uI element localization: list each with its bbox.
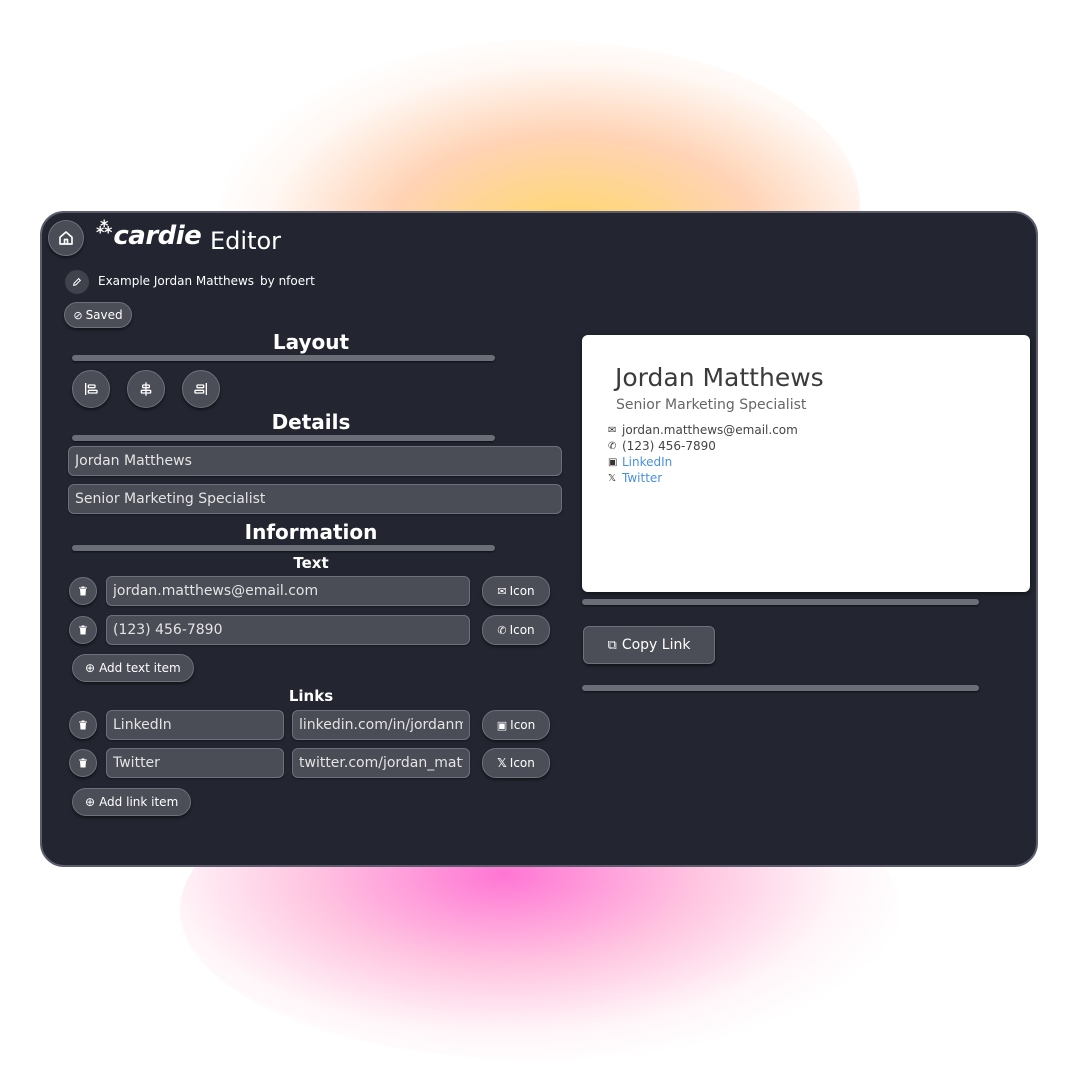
- link-url-input[interactable]: [292, 710, 470, 740]
- link-item-icon-button[interactable]: ▣ Icon: [482, 710, 550, 740]
- plus-circle-icon: ⊕: [85, 661, 96, 675]
- delete-link-item-button[interactable]: [69, 749, 97, 777]
- preview-phone-row: ✆ (123) 456-7890: [608, 439, 716, 453]
- copy-link-button[interactable]: ⧉ Copy Link: [583, 626, 715, 664]
- preview-divider-top: [582, 599, 979, 605]
- layout-divider: [72, 355, 495, 361]
- pencil-icon: [73, 277, 82, 286]
- sparkle-icon: ⁂: [96, 218, 113, 237]
- trash-icon: [79, 586, 87, 596]
- phone-icon: ✆: [608, 440, 617, 452]
- check-circle-icon: ⊘: [73, 308, 83, 322]
- x-icon: 𝕏: [608, 472, 617, 484]
- icon-button-label: Icon: [509, 584, 535, 598]
- home-button[interactable]: [48, 220, 84, 256]
- card-preview: Jordan Matthews Senior Marketing Special…: [582, 335, 1030, 592]
- links-subheading: Links: [288, 687, 334, 705]
- add-text-item-label: Add text item: [99, 661, 181, 675]
- preview-phone: (123) 456-7890: [622, 439, 716, 453]
- home-icon: [59, 231, 73, 245]
- copy-link-label: Copy Link: [621, 637, 691, 653]
- link-url-input[interactable]: [292, 748, 470, 778]
- preview-linkedin-link[interactable]: LinkedIn: [622, 455, 672, 469]
- brand-name: cardie: [113, 221, 202, 251]
- page-title: Editor: [210, 227, 282, 255]
- linkedin-icon: ▣: [608, 456, 618, 468]
- card-author: by nfoert: [260, 274, 315, 288]
- saved-status-badge: ⊘ Saved: [64, 302, 132, 328]
- trash-icon: [79, 720, 87, 730]
- align-center-icon: [140, 382, 152, 396]
- text-subheading: Text: [293, 554, 329, 572]
- preview-name: Jordan Matthews: [615, 363, 824, 392]
- icon-button-label: Icon: [509, 756, 535, 770]
- icon-button-label: Icon: [510, 718, 536, 732]
- preview-job-title: Senior Marketing Specialist: [616, 397, 807, 413]
- preview-email: jordan.matthews@email.com: [622, 423, 798, 437]
- envelope-icon: ✉: [608, 424, 617, 436]
- delete-text-item-button[interactable]: [69, 577, 97, 605]
- delete-text-item-button[interactable]: [69, 616, 97, 644]
- envelope-icon: ✉: [497, 584, 507, 598]
- information-divider: [72, 545, 495, 551]
- link-label-input[interactable]: [106, 710, 284, 740]
- details-heading: Details: [271, 410, 351, 434]
- preview-linkedin-row: ▣ LinkedIn: [608, 455, 672, 469]
- align-center-button[interactable]: [127, 370, 165, 408]
- layout-heading: Layout: [272, 330, 350, 354]
- job-title-input[interactable]: [68, 484, 562, 514]
- add-link-item-label: Add link item: [99, 795, 179, 809]
- text-item-input[interactable]: [106, 615, 470, 645]
- delete-link-item-button[interactable]: [69, 711, 97, 739]
- text-item-icon-button[interactable]: ✆ Icon: [482, 615, 550, 645]
- cardie-logo: ⁂ cardie: [96, 218, 202, 255]
- plus-circle-icon: ⊕: [85, 795, 96, 809]
- align-left-button[interactable]: [72, 370, 110, 408]
- preview-email-row: ✉ jordan.matthews@email.com: [608, 423, 798, 437]
- icon-button-label: Icon: [509, 623, 535, 637]
- edit-name-button[interactable]: [65, 270, 89, 294]
- saved-label: Saved: [85, 308, 123, 322]
- card-name: Example Jordan Matthews: [98, 274, 255, 288]
- name-input[interactable]: [68, 446, 562, 476]
- align-left-icon: [85, 383, 98, 395]
- information-heading: Information: [244, 520, 378, 544]
- editor-window: ⁂ cardie Editor Example Jordan Matthews b…: [40, 211, 1038, 867]
- linkedin-icon: ▣: [496, 718, 508, 732]
- preview-twitter-link[interactable]: Twitter: [622, 471, 662, 485]
- copy-icon: ⧉: [607, 637, 617, 653]
- align-right-icon: [194, 383, 207, 395]
- link-label-input[interactable]: [106, 748, 284, 778]
- add-text-item-button[interactable]: ⊕ Add text item: [72, 654, 194, 682]
- text-item-icon-button[interactable]: ✉ Icon: [482, 576, 550, 606]
- card-meta: Example Jordan Matthews by nfoert: [98, 273, 321, 289]
- preview-twitter-row: 𝕏 Twitter: [608, 471, 662, 485]
- preview-divider-bottom: [582, 685, 979, 691]
- link-item-icon-button[interactable]: 𝕏 Icon: [482, 748, 550, 778]
- phone-icon: ✆: [497, 623, 507, 637]
- add-link-item-button[interactable]: ⊕ Add link item: [72, 788, 192, 816]
- trash-icon: [79, 758, 87, 768]
- x-icon: 𝕏: [497, 756, 507, 770]
- details-divider: [72, 435, 495, 441]
- trash-icon: [79, 625, 87, 635]
- text-item-input[interactable]: [106, 576, 470, 606]
- align-right-button[interactable]: [182, 370, 220, 408]
